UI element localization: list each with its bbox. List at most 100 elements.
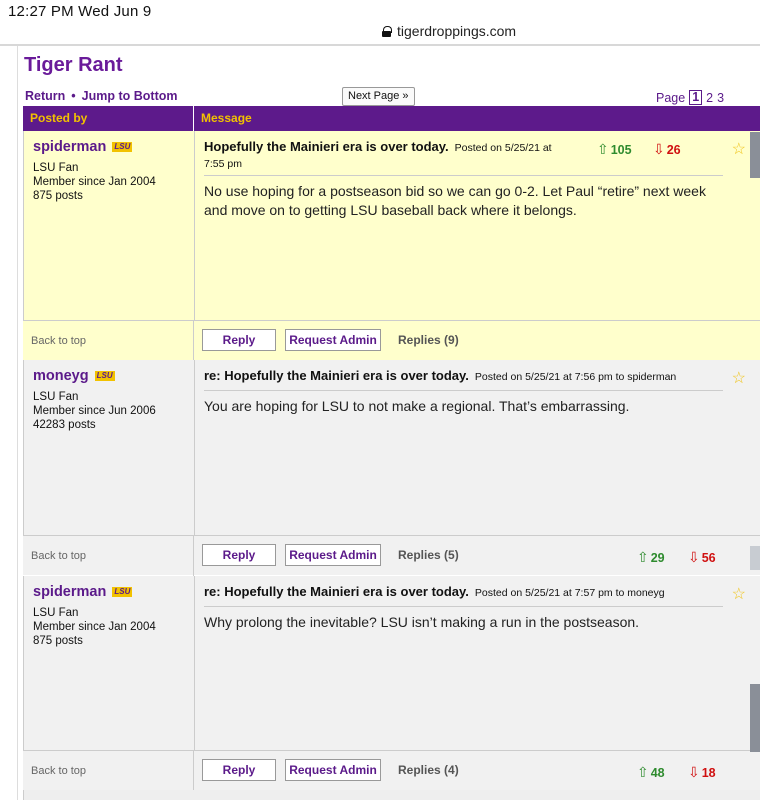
author-since: Member since Jan 2004 <box>33 621 156 633</box>
status-time: 12:27 PM Wed Jun 9 <box>8 3 152 20</box>
author-meta: LSU Fan Member since Jan 2004 875 posts <box>33 161 156 203</box>
downvote-count: 18 <box>701 765 716 780</box>
author-meta: LSU Fan Member since Jan 2004 875 posts <box>33 606 156 648</box>
author-name-text[interactable]: moneyg <box>33 368 89 384</box>
separator: • <box>71 89 76 103</box>
post-author-cell: spiderman LSU LSU Fan Member since Jan 20… <box>24 576 195 750</box>
post-subject-text: Hopefully the Mainieri era is over today… <box>204 139 449 154</box>
page-link-3[interactable]: 3 <box>717 91 724 105</box>
divider <box>204 175 723 176</box>
thumbs-up-arrow-icon: ⇧ <box>597 141 609 157</box>
author-team: LSU Fan <box>33 607 79 619</box>
page-link-2[interactable]: 2 <box>706 91 713 105</box>
author-name[interactable]: spiderman LSU <box>33 139 133 155</box>
post-timestamp: Posted on 5/25/21 at 7:57 pm to moneyg <box>474 587 665 599</box>
post-message-cell: re: Hopefully the Mainieri era is over t… <box>195 360 760 535</box>
author-name[interactable]: moneyg LSU <box>33 368 115 384</box>
post-footer: Back to top Reply Request Admin Replies … <box>23 320 760 361</box>
upvote-count: 105 <box>610 142 632 157</box>
post-body: Why prolong the inevitable? LSU isn’t ma… <box>204 614 640 630</box>
divider <box>204 390 723 391</box>
back-to-top-link[interactable]: Back to top <box>31 765 86 777</box>
downvote-button[interactable]: ⇩ 56 <box>688 549 716 566</box>
post-subject: re: Hopefully the Mainieri era is over t… <box>204 584 665 599</box>
post-body: You are hoping for LSU to not make a reg… <box>204 398 630 414</box>
downvote-count: 56 <box>701 550 716 565</box>
side-thumbnail-image[interactable] <box>750 132 760 178</box>
next-page-button[interactable]: Next Page » <box>342 87 415 106</box>
page: Tiger Rant Return • Jump to Bottom Next Pa… <box>0 46 760 800</box>
lsu-badge-icon: LSU <box>112 587 133 597</box>
upvote-count: 48 <box>650 765 665 780</box>
post-subject: Hopefully the Mainieri era is over today… <box>204 139 604 156</box>
replies-count[interactable]: Replies (9) <box>398 333 459 347</box>
post-row: moneyg LSU LSU Fan Member since Jun 2006 … <box>23 360 760 535</box>
replies-count[interactable]: Replies (5) <box>398 548 459 562</box>
url-text[interactable]: tigerdroppings.com <box>397 23 516 39</box>
lsu-badge-icon: LSU <box>112 142 133 152</box>
back-to-top-link[interactable]: Back to top <box>31 550 86 562</box>
post-author-cell: moneyg LSU LSU Fan Member since Jun 2006 … <box>24 360 195 535</box>
reply-button[interactable]: Reply <box>202 759 276 781</box>
posts-table: Posted by Message spiderman LSU LSU Fan M… <box>23 106 760 791</box>
table-header: Posted by Message <box>23 106 760 131</box>
post-row: spiderman LSU LSU Fan Member since Jan 20… <box>23 131 760 320</box>
request-admin-button[interactable]: Request Admin <box>285 544 381 566</box>
thread-nav: Return • Jump to Bottom <box>25 89 178 103</box>
page-link-1[interactable]: 1 <box>689 90 703 105</box>
post-message-cell: Hopefully the Mainieri era is over today… <box>195 131 760 320</box>
thumbs-up-arrow-icon: ⇧ <box>637 764 649 780</box>
upvote-button[interactable]: ⇧ 29 <box>637 549 665 566</box>
star-icon[interactable]: ☆ <box>732 368 746 388</box>
author-team: LSU Fan <box>33 162 79 174</box>
post-subject: re: Hopefully the Mainieri era is over t… <box>204 368 676 383</box>
divider <box>17 46 18 800</box>
post-body: No use hoping for a postseason bid so we… <box>204 183 706 218</box>
address-bar[interactable]: tigerdroppings.com <box>382 23 516 39</box>
author-name[interactable]: spiderman LSU <box>33 584 133 600</box>
star-icon[interactable]: ☆ <box>732 584 746 604</box>
reply-button[interactable]: Reply <box>202 544 276 566</box>
post-timestamp-line2: 7:55 pm <box>204 158 242 170</box>
pagination: Page 1 2 3 <box>656 90 724 105</box>
status-bar: 12:27 PM Wed Jun 9 tigerdroppings.com <box>0 0 760 46</box>
jump-to-bottom-link[interactable]: Jump to Bottom <box>82 89 178 103</box>
footer-left: Back to top <box>23 751 194 791</box>
post-message-cell: re: Hopefully the Mainieri era is over t… <box>195 576 760 750</box>
upvote-count: 29 <box>650 550 665 565</box>
post-footer: Back to top Reply Request Admin Replies … <box>23 750 760 791</box>
lock-icon <box>382 25 392 37</box>
upvote-button[interactable]: ⇧ 105 <box>597 141 632 158</box>
author-name-text[interactable]: spiderman <box>33 584 106 600</box>
column-header-message: Message <box>201 111 252 125</box>
replies-count[interactable]: Replies (4) <box>398 763 459 777</box>
request-admin-button[interactable]: Request Admin <box>285 329 381 351</box>
side-thumbnail-image[interactable] <box>750 684 760 752</box>
author-post-count: 875 posts <box>33 635 83 647</box>
author-meta: LSU Fan Member since Jun 2006 42283 post… <box>33 390 156 432</box>
author-post-count: 875 posts <box>33 190 83 202</box>
page-label: Page <box>656 90 686 105</box>
post-author-cell: spiderman LSU LSU Fan Member since Jan 20… <box>24 131 195 320</box>
post-timestamp: Posted on 5/25/21 at <box>454 142 552 154</box>
thumbs-down-arrow-icon: ⇩ <box>688 549 700 565</box>
reply-button[interactable]: Reply <box>202 329 276 351</box>
divider <box>204 606 723 607</box>
author-post-count: 42283 posts <box>33 419 96 431</box>
footer-left: Back to top <box>23 321 194 361</box>
star-icon[interactable]: ☆ <box>732 139 746 159</box>
author-since: Member since Jun 2006 <box>33 405 156 417</box>
return-link[interactable]: Return <box>25 89 65 103</box>
thumbs-down-arrow-icon: ⇩ <box>688 764 700 780</box>
upvote-button[interactable]: ⇧ 48 <box>637 764 665 781</box>
downvote-count: 26 <box>666 142 681 157</box>
author-name-text[interactable]: spiderman <box>33 139 106 155</box>
request-admin-button[interactable]: Request Admin <box>285 759 381 781</box>
post-timestamp: Posted on 5/25/21 at 7:56 pm to spiderma… <box>474 371 677 383</box>
thumbs-up-arrow-icon: ⇧ <box>637 549 649 565</box>
downvote-button[interactable]: ⇩ 26 <box>653 141 681 158</box>
downvote-button[interactable]: ⇩ 18 <box>688 764 716 781</box>
board-title[interactable]: Tiger Rant <box>24 54 123 77</box>
side-thumbnail-image[interactable] <box>750 546 760 570</box>
back-to-top-link[interactable]: Back to top <box>31 335 86 347</box>
